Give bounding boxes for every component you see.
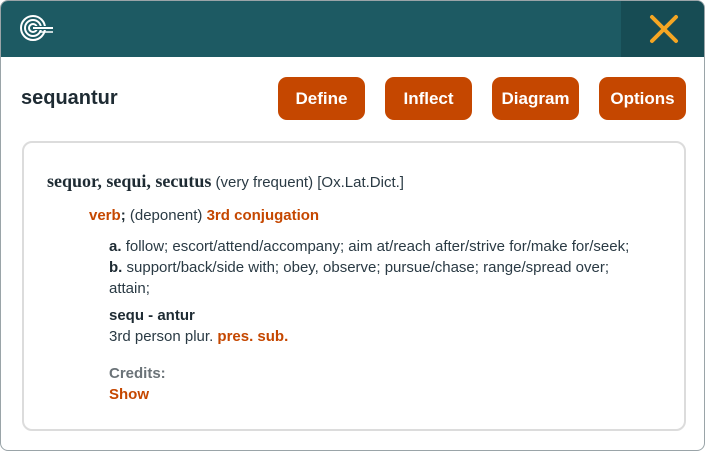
- diagram-button[interactable]: Diagram: [492, 77, 579, 120]
- source: [Ox.Lat.Dict.]: [317, 174, 404, 191]
- part-of-speech: verb: [89, 207, 121, 224]
- dictionary-popup: sequantur Define Inflect Diagram Options…: [0, 0, 705, 451]
- credits-label: Credits:: [109, 365, 166, 382]
- definition-card: sequor, sequi, secutus (very frequent) […: [22, 141, 686, 431]
- sense-text: follow; escort/attend/accompany; aim at/…: [125, 238, 630, 255]
- sense-text: support/back/side with; obey, observe; p…: [109, 259, 610, 297]
- tense-mood: pres. sub.: [217, 328, 289, 345]
- sense-marker: a.: [109, 238, 122, 255]
- entry-header: sequor, sequi, secutus (very frequent) […: [47, 171, 404, 192]
- inflected-form: sequ - antur: [109, 307, 195, 324]
- inflect-button[interactable]: Inflect: [385, 77, 472, 120]
- conjugation: 3rd conjugation: [206, 207, 320, 224]
- grammar-line: verb; (deponent) 3rd conjugation: [89, 207, 319, 224]
- pos-separator: ;: [120, 207, 126, 224]
- close-button[interactable]: [621, 1, 704, 57]
- sense-a: a. follow; escort/attend/accompany; aim …: [109, 236, 654, 257]
- options-button[interactable]: Options: [599, 77, 686, 120]
- sense-b: b. support/back/side with; obey, observe…: [109, 257, 654, 299]
- form-description: 3rd person plur. pres. sub.: [109, 328, 288, 345]
- deponent-tag: (deponent): [129, 207, 203, 224]
- person-number: 3rd person plur.: [109, 328, 214, 345]
- sense-marker: b.: [109, 259, 123, 276]
- define-button[interactable]: Define: [278, 77, 365, 120]
- credits-show-link[interactable]: Show: [109, 386, 149, 403]
- lemma: sequor, sequi, secutus: [47, 171, 212, 191]
- spiral-logo-icon: [20, 15, 53, 41]
- looked-up-word: sequantur: [21, 87, 118, 109]
- frequency: (very frequent): [215, 174, 314, 191]
- close-icon: [649, 15, 678, 43]
- title-bar: [1, 1, 704, 57]
